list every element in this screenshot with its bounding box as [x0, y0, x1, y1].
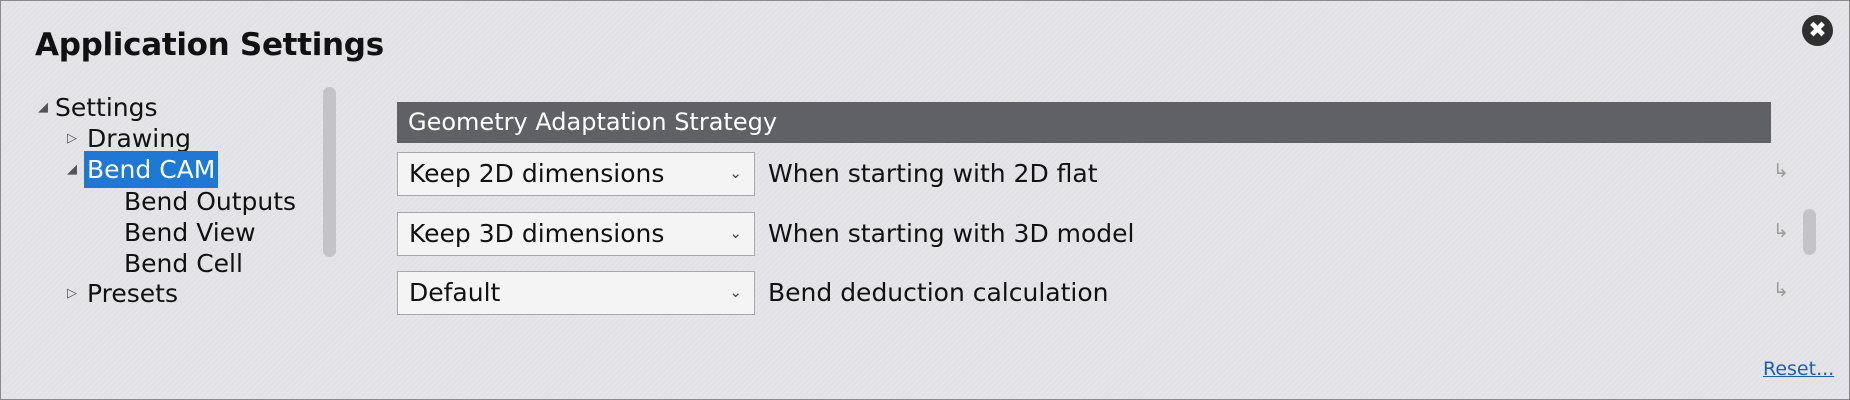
chevron-down-icon: ⌄: [729, 164, 742, 182]
return-arrow-icon[interactable]: ↳: [1773, 160, 1789, 182]
setting-description: When starting with 2D flat: [768, 159, 1098, 188]
setting-description: When starting with 3D model: [768, 219, 1135, 248]
dropdown-value: Keep 2D dimensions: [409, 159, 665, 188]
return-arrow-icon[interactable]: ↳: [1773, 220, 1789, 242]
bend-deduction-dropdown[interactable]: Default ⌄: [397, 271, 755, 315]
close-icon[interactable]: ✖: [1802, 15, 1833, 46]
dimension-strategy-2d-dropdown[interactable]: Keep 2D dimensions ⌄: [397, 152, 755, 196]
tree-item-label: Presets: [87, 279, 178, 308]
settings-tree: ◢ Settings ▷ Drawing ◢ Bend CAM Bend Out…: [33, 89, 323, 327]
expanded-arrow-icon[interactable]: ◢: [33, 89, 53, 126]
setting-description: Bend deduction calculation: [768, 278, 1109, 307]
application-settings-dialog: Application Settings ✖ ◢ Settings ▷ Draw…: [0, 0, 1850, 400]
setting-row: Keep 3D dimensions ⌄ When starting with …: [397, 212, 1797, 258]
setting-row: Default ⌄ Bend deduction calculation ↳: [397, 271, 1797, 317]
collapsed-arrow-icon[interactable]: ▷: [62, 275, 82, 312]
chevron-down-icon: ⌄: [729, 283, 742, 301]
return-arrow-icon[interactable]: ↳: [1773, 279, 1789, 301]
chevron-down-icon: ⌄: [729, 224, 742, 242]
tree-scrollbar-thumb[interactable]: [323, 87, 336, 257]
expanded-arrow-icon[interactable]: ◢: [62, 151, 82, 188]
section-header: Geometry Adaptation Strategy: [397, 102, 1771, 143]
dropdown-value: Keep 3D dimensions: [409, 219, 665, 248]
panel-scrollbar-thumb[interactable]: [1803, 209, 1816, 255]
dropdown-value: Default: [409, 278, 501, 307]
dialog-title: Application Settings: [35, 27, 384, 63]
setting-row: Keep 2D dimensions ⌄ When starting with …: [397, 152, 1797, 198]
reset-link[interactable]: Reset...: [1763, 358, 1834, 380]
dimension-strategy-3d-dropdown[interactable]: Keep 3D dimensions ⌄: [397, 212, 755, 256]
